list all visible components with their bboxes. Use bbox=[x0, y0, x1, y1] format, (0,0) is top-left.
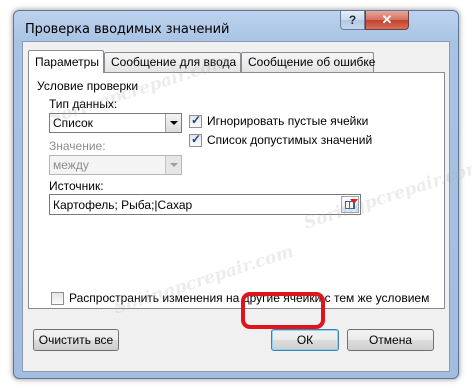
parameters-panel: Условие проверки Тип данных: Список Игно… bbox=[28, 72, 445, 309]
dialog-window: Проверка вводимых значений ? ✕ Параметры… bbox=[13, 10, 459, 379]
help-button[interactable]: ? bbox=[340, 11, 365, 30]
chevron-down-icon[interactable] bbox=[165, 114, 181, 132]
tab-parameters[interactable]: Параметры bbox=[28, 50, 104, 73]
tab-error-alert[interactable]: Сообщение об ошибке bbox=[241, 52, 375, 72]
cancel-button[interactable]: Отмена bbox=[347, 329, 434, 351]
title-bar[interactable]: Проверка вводимых значений ? ✕ bbox=[14, 11, 458, 41]
data-type-select[interactable]: Список bbox=[49, 113, 182, 133]
clear-all-button[interactable]: Очистить все bbox=[33, 329, 119, 351]
ok-button[interactable]: ОК bbox=[271, 329, 339, 351]
ok-highlight-annotation bbox=[241, 292, 325, 329]
source-value: Картофель; Рыба;|Сахар bbox=[53, 198, 193, 212]
value-select: между bbox=[49, 155, 182, 175]
close-button[interactable]: ✕ bbox=[365, 11, 409, 30]
ignore-blank-checkbox[interactable] bbox=[189, 113, 202, 128]
range-select-icon[interactable] bbox=[341, 196, 359, 213]
dialog-title: Проверка вводимых значений bbox=[25, 22, 230, 37]
data-type-value: Список bbox=[53, 116, 93, 130]
data-type-label: Тип данных: bbox=[49, 97, 118, 111]
source-label: Источник: bbox=[49, 179, 104, 193]
dropdown-list-checkbox[interactable] bbox=[189, 132, 202, 147]
dialog-body: Параметры Сообщение для ввода Сообщение … bbox=[22, 41, 450, 372]
section-title: Условие проверки bbox=[37, 79, 139, 93]
value-label: Значение: bbox=[49, 139, 106, 153]
source-input[interactable]: Картофель; Рыба;|Сахар bbox=[49, 194, 361, 215]
tab-input-message[interactable]: Сообщение для ввода bbox=[104, 52, 241, 72]
dropdown-list-label: Список допустимых значений bbox=[207, 133, 373, 147]
chevron-down-icon bbox=[165, 156, 181, 174]
ignore-blank-label: Игнорировать пустые ячейки bbox=[207, 114, 369, 128]
apply-all-checkbox[interactable] bbox=[51, 292, 64, 305]
value-value: между bbox=[53, 158, 89, 172]
